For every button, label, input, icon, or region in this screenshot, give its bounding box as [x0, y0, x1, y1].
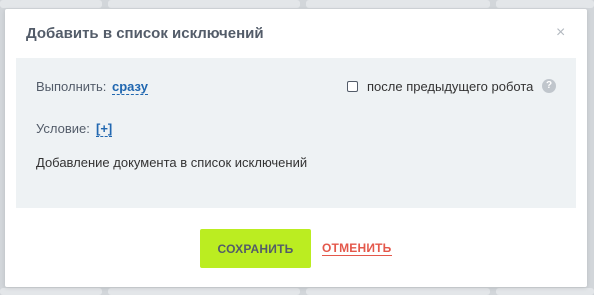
close-icon[interactable]: × — [556, 25, 565, 41]
background-card — [496, 288, 594, 295]
condition-label: Условие: — [36, 121, 90, 136]
add-condition-link[interactable]: [+] — [96, 121, 113, 137]
cancel-link[interactable]: ОТМЕНИТЬ — [322, 242, 392, 256]
dialog-title: Добавить в список исключений — [26, 25, 264, 42]
help-icon[interactable]: ? — [542, 79, 556, 93]
background-card — [0, 288, 102, 295]
background-card — [306, 0, 490, 8]
execute-timing-link[interactable]: сразу — [112, 79, 148, 95]
settings-panel: Выполнить: сразу после предыдущего робот… — [16, 58, 576, 208]
after-previous-robot-checkbox[interactable] — [347, 81, 358, 92]
background-card — [306, 288, 490, 295]
action-description: Добавление документа в список исключений — [36, 155, 308, 170]
exclusion-list-dialog: Добавить в список исключений × Выполнить… — [5, 9, 587, 287]
background-card — [108, 0, 300, 8]
execute-label: Выполнить: — [36, 79, 107, 94]
background-card — [0, 0, 102, 8]
background-card — [496, 0, 594, 8]
background-card — [108, 288, 300, 295]
save-button[interactable]: СОХРАНИТЬ — [200, 229, 311, 268]
after-previous-robot-label[interactable]: после предыдущего робота — [367, 79, 533, 94]
